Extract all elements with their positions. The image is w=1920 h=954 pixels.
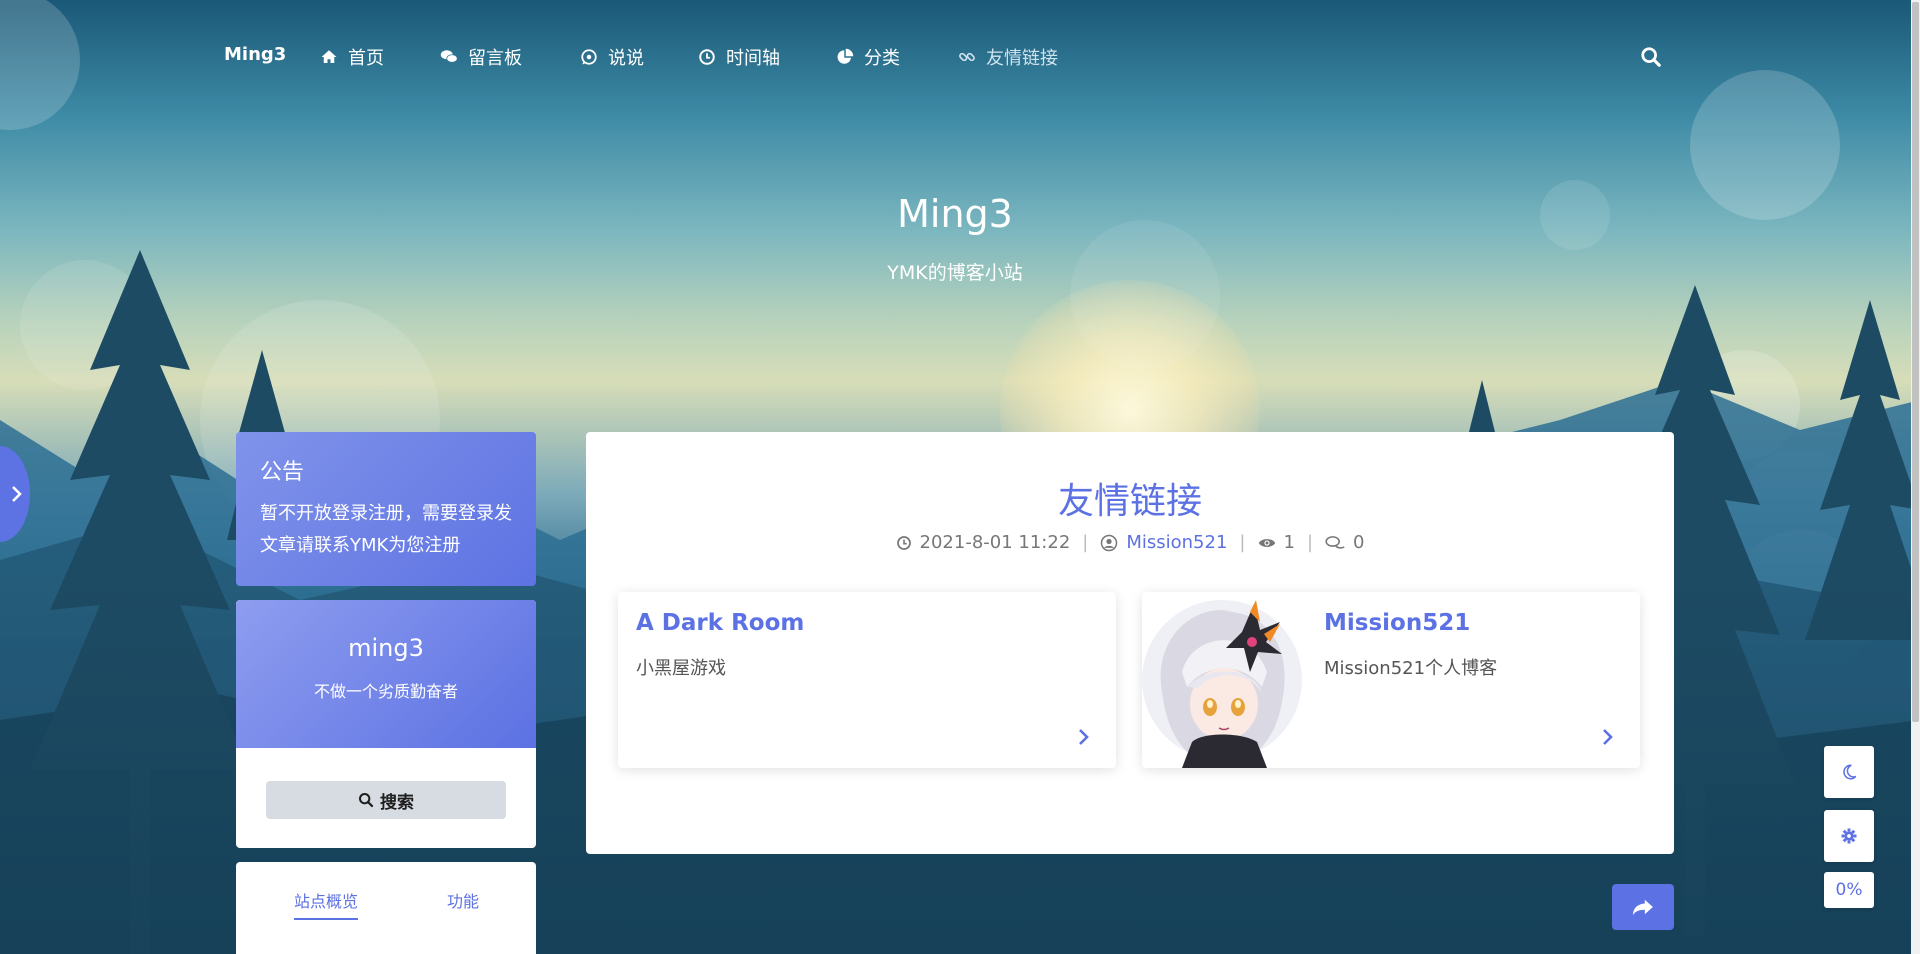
friend-avatar bbox=[1142, 592, 1302, 768]
chevron-right-icon[interactable] bbox=[1602, 728, 1614, 746]
nav-item-links[interactable]: 友情链接 bbox=[958, 44, 1058, 70]
post-date: 2021-8-01 11:22 bbox=[896, 532, 1071, 553]
nav-item-label: 友情链接 bbox=[986, 48, 1058, 69]
friend-link-name[interactable]: Mission521 bbox=[1324, 610, 1470, 636]
profile-card: ming3 不做一个劣质勤奋者 搜索 bbox=[236, 600, 536, 848]
chevron-right-icon bbox=[12, 486, 22, 502]
post-date-value: 2021-8-01 11:22 bbox=[919, 532, 1071, 553]
profile-motto: 不做一个劣质勤奋者 bbox=[313, 682, 458, 701]
tab-features[interactable]: 功能 bbox=[447, 888, 479, 912]
scroll-progress-button[interactable]: 0% bbox=[1824, 872, 1874, 908]
profile-name: ming3 bbox=[348, 634, 424, 662]
link-icon bbox=[959, 52, 975, 62]
scrollbar-thumb[interactable] bbox=[1912, 2, 1919, 722]
nav-item-talk[interactable]: 说说 bbox=[580, 44, 644, 70]
sidebar-search-button[interactable]: 搜索 bbox=[266, 781, 506, 819]
site-title: Ming3 bbox=[897, 192, 1013, 236]
scroll-progress-value: 0% bbox=[1835, 880, 1863, 900]
nav-item-label: 分类 bbox=[864, 48, 900, 69]
nav-item-label: 时间轴 bbox=[726, 48, 780, 69]
post-views-value: 1 bbox=[1283, 532, 1295, 553]
nav-item-label: 留言板 bbox=[468, 48, 522, 69]
eye-icon bbox=[1258, 538, 1275, 547]
post-comments-value: 0 bbox=[1353, 532, 1365, 553]
post-author[interactable]: Mission521 bbox=[1100, 532, 1227, 553]
comments-icon bbox=[440, 50, 458, 63]
notice-text: 暂不开放登录注册，需要登录发文章请联系YMK为您注册 bbox=[260, 503, 512, 556]
brand-logo[interactable]: Ming3 bbox=[224, 44, 286, 65]
nav-item-label: 首页 bbox=[348, 48, 384, 69]
post-author-name[interactable]: Mission521 bbox=[1126, 532, 1227, 553]
nav-item-category[interactable]: 分类 bbox=[836, 44, 900, 70]
friend-link-card[interactable]: A Dark Room 小黑屋游戏 bbox=[618, 592, 1116, 768]
meta-separator: | bbox=[1239, 532, 1246, 553]
post-views: 1 bbox=[1258, 532, 1295, 553]
tab-site-overview[interactable]: 站点概览 bbox=[294, 888, 359, 920]
notice-card: 公告 暂不开放登录注册，需要登录发文章请联系YMK为您注册 bbox=[236, 432, 536, 586]
top-navbar: Ming3 首页 留言板 说说 时间轴 分类 友情链接 bbox=[0, 0, 1920, 112]
nav-item-timeline[interactable]: 时间轴 bbox=[698, 44, 780, 70]
user-circle-icon bbox=[1101, 534, 1118, 551]
share-icon bbox=[1633, 899, 1653, 916]
page-scrollbar[interactable] bbox=[1911, 0, 1920, 954]
site-subtitle: YMK的博客小站 bbox=[887, 262, 1023, 284]
meta-separator: | bbox=[1082, 532, 1089, 553]
clock-icon bbox=[896, 535, 911, 550]
search-icon[interactable] bbox=[1640, 46, 1662, 68]
nav-item-home[interactable]: 首页 bbox=[320, 44, 384, 70]
friend-link-card[interactable]: Mission521 Mission521个人博客 bbox=[1142, 592, 1640, 768]
gear-icon bbox=[1841, 828, 1857, 844]
comments-icon bbox=[1325, 535, 1345, 549]
site-overview-card: 站点概览 功能 bbox=[236, 862, 536, 954]
friend-link-desc: Mission521个人博客 bbox=[1324, 658, 1498, 679]
pie-chart-icon bbox=[837, 48, 854, 64]
page-title: 友情链接 bbox=[1057, 481, 1202, 522]
nav-item-label: 说说 bbox=[608, 48, 644, 69]
profile-header: ming3 不做一个劣质勤奋者 bbox=[236, 600, 536, 748]
friend-link-name[interactable]: A Dark Room bbox=[636, 610, 804, 636]
search-icon bbox=[359, 793, 374, 808]
anime-avatar-image bbox=[1142, 600, 1302, 768]
home-icon bbox=[321, 50, 337, 63]
settings-button[interactable] bbox=[1824, 810, 1874, 862]
post-card: 友情链接 2021-8-01 11:22 | Mission521 | 1 | … bbox=[586, 432, 1674, 854]
friend-link-desc: 小黑屋游戏 bbox=[636, 658, 726, 679]
moon-icon bbox=[1843, 764, 1857, 780]
share-button[interactable] bbox=[1612, 884, 1674, 930]
whatsapp-icon bbox=[581, 49, 597, 65]
post-meta: 2021-8-01 11:22 | Mission521 | 1 | 0 bbox=[586, 532, 1674, 553]
dark-mode-toggle[interactable] bbox=[1824, 746, 1874, 798]
clock-icon bbox=[699, 49, 715, 65]
meta-separator: | bbox=[1306, 532, 1314, 553]
search-button-label: 搜索 bbox=[380, 792, 414, 813]
chevron-right-icon[interactable] bbox=[1078, 728, 1090, 746]
post-comments: 0 bbox=[1325, 532, 1364, 553]
notice-title: 公告 bbox=[260, 460, 305, 485]
nav-item-guestbook[interactable]: 留言板 bbox=[440, 44, 522, 70]
